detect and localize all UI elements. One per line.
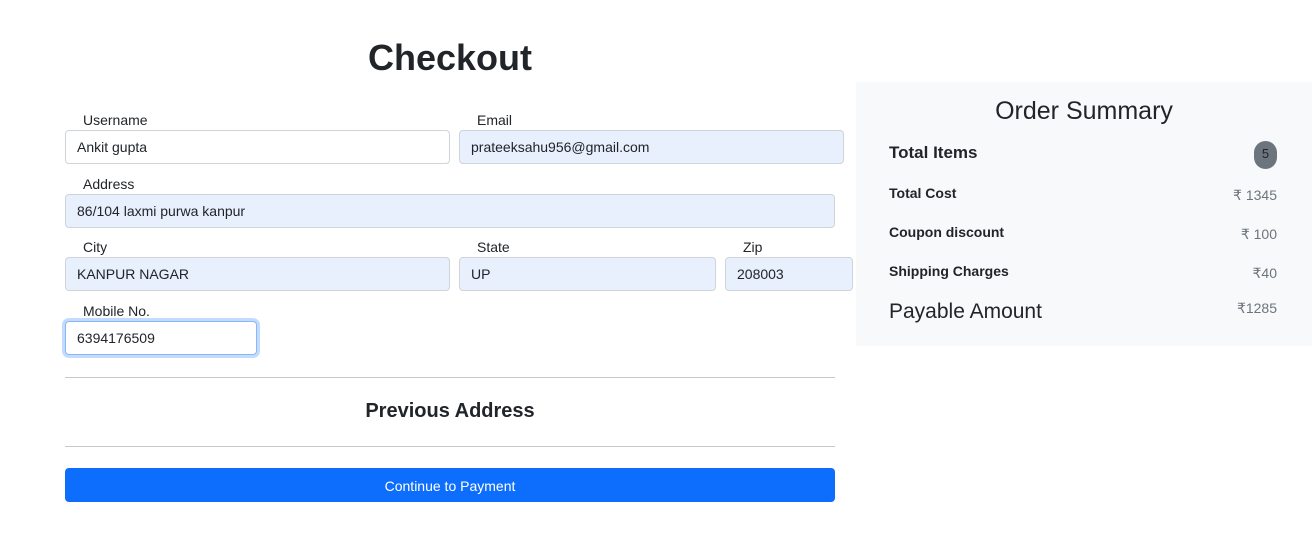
mobile-label: Mobile No. xyxy=(83,303,150,319)
divider xyxy=(65,446,835,447)
username-input[interactable]: Ankit gupta xyxy=(65,130,450,164)
zip-input[interactable]: 208003 xyxy=(725,257,853,291)
shipping-value: ₹40 xyxy=(1252,265,1277,281)
coupon-label: Coupon discount xyxy=(889,224,1005,240)
total-cost-value: ₹ 1345 xyxy=(1233,187,1277,203)
payable-label: Payable Amount xyxy=(889,300,1042,323)
previous-address-heading[interactable]: Previous Address xyxy=(65,400,835,423)
zip-label: Zip xyxy=(743,239,763,255)
continue-to-payment-button[interactable]: Continue to Payment xyxy=(65,468,835,502)
order-summary-title: Order Summary xyxy=(995,97,1173,125)
email-input[interactable]: prateeksahu956@gmail.com xyxy=(459,130,844,164)
total-items-badge: 5 xyxy=(1254,141,1277,169)
state-label: State xyxy=(477,239,510,255)
coupon-value: ₹ 100 xyxy=(1240,226,1277,242)
city-label: City xyxy=(83,239,108,255)
address-input[interactable]: 86/104 laxmi purwa kanpur xyxy=(65,194,835,228)
divider xyxy=(65,377,835,378)
city-input[interactable]: KANPUR NAGAR xyxy=(65,257,450,291)
page-title: Checkout xyxy=(367,37,533,78)
address-label: Address xyxy=(83,176,135,192)
state-input[interactable]: UP xyxy=(459,257,716,291)
username-label: Username xyxy=(83,112,148,128)
total-items-label: Total Items xyxy=(889,143,978,162)
total-cost-label: Total Cost xyxy=(889,185,957,201)
order-summary-panel: Order Summary Total Items 5 Total Cost ₹ … xyxy=(856,82,1312,346)
payable-value: ₹1285 xyxy=(1236,300,1277,316)
shipping-label: Shipping Charges xyxy=(889,263,1009,279)
email-label: Email xyxy=(477,112,513,128)
mobile-input[interactable]: 6394176509 xyxy=(65,321,257,355)
